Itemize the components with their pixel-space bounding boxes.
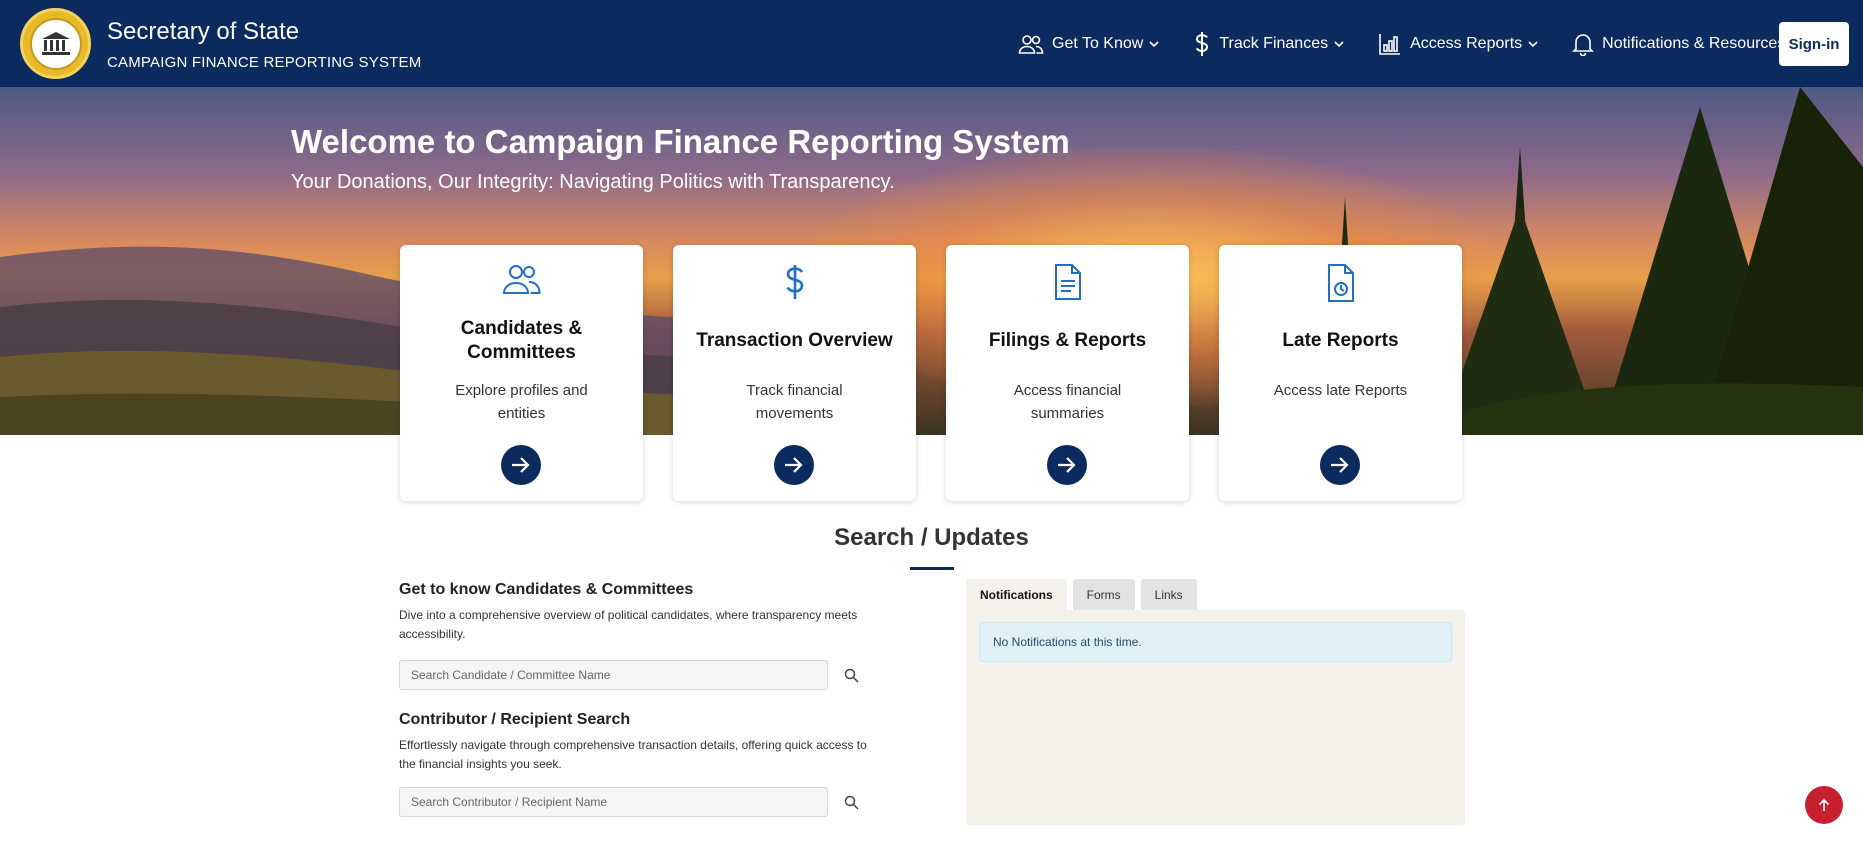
arrow-right-icon bbox=[1058, 457, 1076, 473]
document-icon bbox=[1054, 264, 1081, 300]
chevron-down-icon bbox=[1334, 40, 1344, 47]
card-title: Transaction Overview bbox=[696, 330, 893, 351]
card-arrow-button[interactable] bbox=[501, 445, 541, 485]
card-late-reports[interactable]: Late Reports Access late Reports bbox=[1219, 245, 1462, 501]
bell-icon bbox=[1572, 33, 1595, 56]
chevron-down-icon bbox=[1149, 40, 1159, 47]
dollar-icon bbox=[785, 265, 803, 299]
people-icon bbox=[1018, 34, 1044, 54]
contributor-search-button[interactable] bbox=[840, 791, 862, 813]
hero-title: Welcome to Campaign Finance Reporting Sy… bbox=[291, 123, 1070, 160]
contributor-search-title: Contributor / Recipient Search bbox=[399, 711, 631, 728]
search-icon bbox=[844, 795, 859, 810]
candidates-search-description: Dive into a comprehensive overview of po… bbox=[399, 608, 858, 641]
nav-get-to-know-label: Get To Know bbox=[1052, 34, 1144, 52]
arrow-right-icon bbox=[785, 457, 803, 473]
search-icon bbox=[844, 668, 859, 683]
state-seal-logo[interactable] bbox=[20, 8, 91, 79]
chevron-down-icon bbox=[1528, 40, 1538, 47]
card-description: Access late Reports bbox=[1273, 382, 1408, 399]
contributor-search-input[interactable] bbox=[399, 787, 828, 817]
arrow-right-icon bbox=[512, 457, 530, 473]
card-title: Candidates & Committees bbox=[460, 318, 583, 363]
card-description: Explore profiles and entities bbox=[455, 382, 588, 422]
tab-notifications[interactable]: Notifications bbox=[966, 579, 1067, 610]
card-candidates-committees[interactable]: Candidates & Committees Explore profiles… bbox=[400, 245, 643, 501]
section-title: Search / Updates bbox=[834, 524, 1029, 551]
people-icon bbox=[502, 265, 541, 294]
card-description: Access financial summaries bbox=[1013, 382, 1122, 422]
arrow-right-icon bbox=[1331, 457, 1349, 473]
card-arrow-button[interactable] bbox=[1320, 445, 1360, 485]
nav-access-reports[interactable]: Access Reports bbox=[1378, 32, 1538, 56]
card-title: Filings & Reports bbox=[988, 330, 1147, 351]
nav-track-finances-label: Track Finances bbox=[1219, 34, 1329, 52]
hero-banner: Welcome to Campaign Finance Reporting Sy… bbox=[0, 87, 1863, 435]
card-filings-reports[interactable]: Filings & Reports Access financial summa… bbox=[946, 245, 1189, 501]
dollar-icon bbox=[1196, 31, 1209, 56]
card-title: Late Reports bbox=[1282, 330, 1399, 351]
site-header: Secretary of State CAMPAIGN FINANCE REPO… bbox=[0, 0, 1863, 87]
main-nav: Get To Know Track Finances Access Report… bbox=[1018, 0, 1835, 87]
tab-forms[interactable]: Forms bbox=[1072, 579, 1135, 610]
bar-chart-icon bbox=[1379, 33, 1401, 55]
card-transaction-overview[interactable]: Transaction Overview Track financial mov… bbox=[673, 245, 916, 501]
site-title: Secretary of State bbox=[107, 18, 300, 45]
candidate-search-button[interactable] bbox=[840, 664, 862, 686]
hero-subtitle: Your Donations, Our Integrity: Navigatin… bbox=[291, 171, 895, 193]
arrow-up-icon bbox=[1818, 798, 1830, 811]
updates-tabs: Notifications Forms Links bbox=[966, 579, 1203, 610]
capitol-icon bbox=[41, 31, 70, 55]
card-description: Track financial movements bbox=[746, 382, 843, 422]
nav-notifications-resources[interactable]: Notifications & Resources bbox=[1572, 32, 1801, 56]
section-divider bbox=[910, 567, 954, 570]
brand: Secretary of State CAMPAIGN FINANCE REPO… bbox=[107, 18, 421, 71]
nav-notifications-resources-label: Notifications & Resources bbox=[1602, 34, 1786, 52]
candidate-search-input[interactable] bbox=[399, 660, 828, 690]
card-arrow-button[interactable] bbox=[1047, 445, 1087, 485]
notifications-empty-alert: No Notifications at this time. bbox=[979, 622, 1452, 662]
candidates-search-title: Get to know Candidates & Committees bbox=[399, 581, 694, 598]
tab-panel: No Notifications at this time. bbox=[966, 610, 1465, 825]
nav-get-to-know[interactable]: Get To Know bbox=[1018, 33, 1159, 55]
contributor-search-description: Effortlessly navigate through comprehens… bbox=[399, 738, 867, 771]
site-subtitle: CAMPAIGN FINANCE REPORTING SYSTEM bbox=[107, 54, 422, 71]
document-clock-icon bbox=[1327, 264, 1354, 302]
nav-track-finances[interactable]: Track Finances bbox=[1193, 31, 1344, 57]
nav-access-reports-label: Access Reports bbox=[1410, 34, 1523, 52]
sign-in-button[interactable]: Sign-in bbox=[1779, 22, 1849, 66]
tab-links[interactable]: Links bbox=[1140, 579, 1197, 610]
card-arrow-button[interactable] bbox=[774, 445, 814, 485]
back-to-top-button[interactable] bbox=[1805, 786, 1843, 824]
